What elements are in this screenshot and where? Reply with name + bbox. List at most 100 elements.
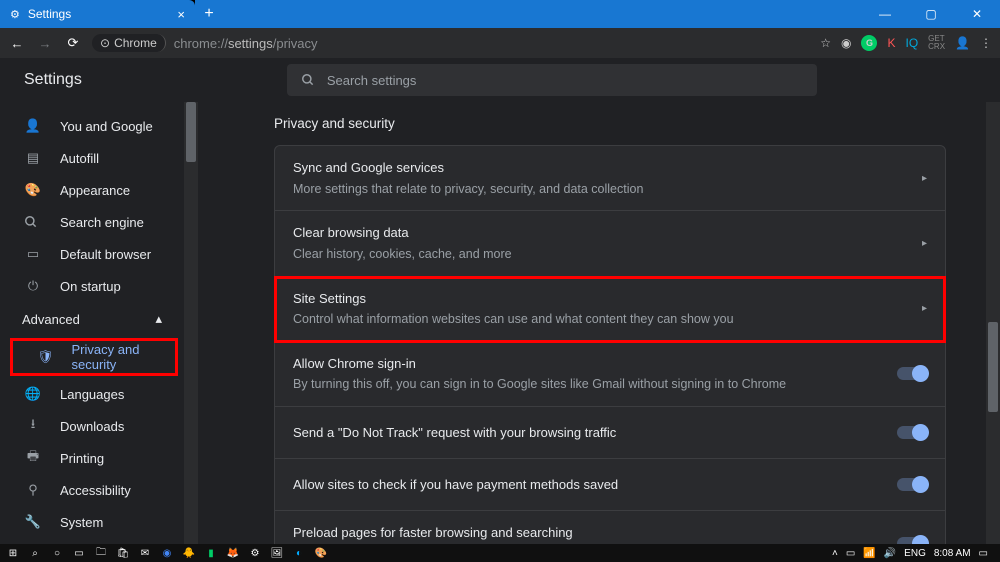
app-icon-3[interactable]: 🦊 — [224, 545, 242, 561]
chevron-up-icon: ▴ — [155, 311, 162, 327]
avatar-icon[interactable]: 👤 — [955, 36, 970, 50]
toolbar-icons: ☆ ◉ G K IQ GETCRX 👤 ⋮ — [820, 35, 992, 51]
sidebar-label: On startup — [60, 279, 121, 294]
a11y-icon: ⚲ — [24, 482, 42, 498]
explorer-icon[interactable]: 🗀 — [92, 545, 110, 561]
search-settings-input[interactable]: Search settings — [287, 64, 817, 96]
iq-ext-icon[interactable]: IQ — [905, 36, 918, 50]
sidebar-label: Languages — [60, 387, 124, 402]
lang-indicator[interactable]: ENG — [904, 548, 926, 559]
toggle-dnt[interactable] — [897, 426, 927, 439]
sidebar-label: Printing — [60, 451, 104, 466]
camera-ext-icon[interactable]: ◉ — [841, 36, 851, 50]
row-title: Preload pages for faster browsing and se… — [293, 523, 857, 543]
grammarly-ext-icon[interactable]: G — [861, 35, 877, 51]
autofill-icon: ▤ — [24, 150, 42, 166]
sidebar-item-accessibility[interactable]: ⚲ Accessibility — [0, 474, 184, 506]
toggle-payment-check[interactable] — [897, 478, 927, 491]
omnibox[interactable]: ⊙Chrome chrome://settings/privacy — [92, 34, 810, 52]
toggle-allow-signin[interactable] — [897, 367, 927, 380]
new-tab-button[interactable]: + — [195, 0, 223, 28]
taskview-icon[interactable]: ▭ — [70, 545, 88, 561]
sidebar-label: Privacy and security — [72, 342, 175, 372]
browser-tab[interactable]: ⚙ Settings × — [0, 0, 195, 28]
row-site-settings[interactable]: Site SettingsControl what information we… — [275, 277, 945, 342]
photos-icon[interactable]: 🖼 — [268, 545, 286, 561]
row-sync[interactable]: Sync and Google services More settings th… — [275, 146, 945, 211]
edge-icon[interactable]: ◐ — [290, 545, 308, 561]
chevron-right-icon: ▸ — [922, 238, 927, 249]
search-placeholder: Search settings — [327, 73, 417, 88]
section-title: Privacy and security — [274, 116, 946, 131]
crx-ext-icon[interactable]: GETCRX — [928, 35, 945, 51]
sidebar-item-autofill[interactable]: ▤ Autofill — [0, 142, 184, 174]
main-scrollbar[interactable] — [986, 102, 1000, 544]
sidebar-item-you-and-google[interactable]: 👤 You and Google — [0, 110, 184, 142]
system-tray[interactable]: ˄ ▭ 📶 🔊 ENG 8:08 AM ▭ — [832, 548, 996, 559]
star-icon[interactable]: ☆ — [820, 36, 831, 50]
mail-icon[interactable]: ✉ — [136, 545, 154, 561]
sidebar-scrollbar[interactable] — [184, 102, 198, 544]
minimize-button[interactable]: — — [862, 0, 908, 28]
globe-icon: 🌐 — [24, 386, 42, 402]
sidebar-item-printing[interactable]: 🖶 Printing — [0, 442, 184, 474]
k-ext-icon[interactable]: K — [887, 36, 895, 50]
settings-card: Sync and Google services More settings th… — [274, 145, 946, 544]
reload-button[interactable]: ⟳ — [64, 35, 82, 51]
volume-icon[interactable]: 🔊 — [884, 548, 896, 559]
app-icon-1[interactable]: 🐥 — [180, 545, 198, 561]
sidebar: 👤 You and Google ▤ Autofill 🎨 Appearance… — [0, 102, 184, 544]
sidebar-item-appearance[interactable]: 🎨 Appearance — [0, 174, 184, 206]
store-icon[interactable]: 🛍 — [114, 545, 132, 561]
row-title: Allow sites to check if you have payment… — [293, 475, 857, 495]
start-button[interactable]: ⊞ — [4, 545, 22, 561]
battery-icon[interactable]: ▭ — [846, 548, 855, 559]
tray-chevron-icon[interactable]: ˄ — [832, 548, 838, 559]
sidebar-label: Accessibility — [60, 483, 131, 498]
close-window-button[interactable]: ✕ — [954, 0, 1000, 28]
highlight-annotation: 🛡 Privacy and security — [10, 338, 178, 376]
sidebar-advanced-toggle[interactable]: Advanced ▴ — [0, 302, 184, 336]
row-clear-data[interactable]: Clear browsing dataClear history, cookie… — [275, 211, 945, 276]
chrome-icon[interactable]: ◉ — [158, 545, 176, 561]
row-title: Site Settings — [293, 289, 882, 309]
row-subtitle: Clear history, cookies, cache, and more — [293, 245, 882, 264]
paint-icon[interactable]: 🎨 — [312, 545, 330, 561]
sidebar-item-system[interactable]: 🔧 System — [0, 506, 184, 538]
chevron-right-icon: ▸ — [922, 303, 927, 314]
titlebar-spacer — [223, 0, 862, 28]
forward-button[interactable]: → — [36, 36, 54, 51]
row-title: Sync and Google services — [293, 158, 882, 178]
windows-taskbar: ⊞ ⌕ ○ ▭ 🗀 🛍 ✉ ◉ 🐥 ▮ 🦊 ⚙ 🖼 ◐ 🎨 ˄ ▭ 📶 🔊 EN… — [0, 544, 1000, 562]
sidebar-item-privacy[interactable]: 🛡 Privacy and security — [13, 341, 175, 373]
search-button[interactable]: ⌕ — [26, 545, 44, 561]
menu-icon[interactable]: ⋮ — [980, 36, 992, 50]
sidebar-item-languages[interactable]: 🌐 Languages — [0, 378, 184, 410]
search-icon — [301, 73, 315, 87]
maximize-button[interactable]: ▢ — [908, 0, 954, 28]
app-icon-4[interactable]: ⚙ — [246, 545, 264, 561]
sidebar-item-downloads[interactable]: ⭳ Downloads — [0, 410, 184, 442]
toggle-preload[interactable] — [897, 537, 927, 544]
shield-icon: 🛡 — [37, 349, 54, 365]
row-subtitle: More settings that relate to privacy, se… — [293, 180, 882, 199]
row-title: Send a "Do Not Track" request with your … — [293, 423, 857, 443]
close-tab-icon[interactable]: × — [177, 7, 185, 22]
row-title: Allow Chrome sign-in — [293, 354, 857, 374]
row-subtitle: By turning this off, you can sign in to … — [293, 375, 857, 394]
sidebar-item-default-browser[interactable]: ▭ Default browser — [0, 238, 184, 270]
tab-title: Settings — [28, 7, 71, 21]
notifications-icon[interactable]: ▭ — [979, 548, 988, 559]
back-button[interactable]: ← — [8, 36, 26, 51]
sidebar-label: Downloads — [60, 419, 124, 434]
clock[interactable]: 8:08 AM — [934, 548, 971, 559]
sidebar-item-on-startup[interactable]: ⏻ On startup — [0, 270, 184, 302]
sidebar-item-search-engine[interactable]: Search engine — [0, 206, 184, 238]
address-bar: ← → ⟳ ⊙Chrome chrome://settings/privacy … — [0, 28, 1000, 58]
sidebar-label: Default browser — [60, 247, 151, 262]
site-chip: ⊙Chrome — [92, 34, 166, 52]
wifi-icon[interactable]: 📶 — [863, 548, 875, 559]
gear-icon: ⚙ — [10, 8, 20, 21]
cortana-icon[interactable]: ○ — [48, 545, 66, 561]
app-icon-2[interactable]: ▮ — [202, 545, 220, 561]
